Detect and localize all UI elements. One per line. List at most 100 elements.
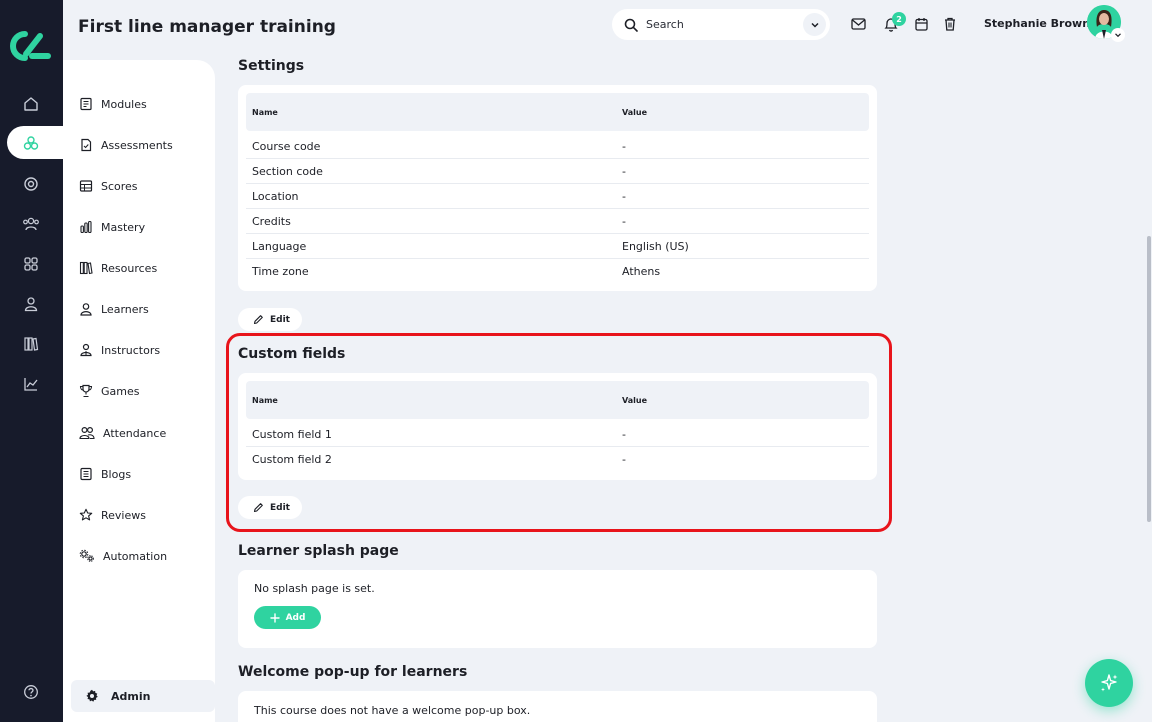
user-icon — [80, 303, 92, 316]
home-icon[interactable] — [20, 93, 42, 115]
library-icon[interactable] — [20, 333, 42, 355]
subnav-item-scores[interactable]: Scores — [79, 174, 138, 198]
subnav-item-automation[interactable]: Automation — [79, 544, 167, 568]
subnav-item-label: Mastery — [101, 220, 146, 234]
subnav-item-label: Scores — [101, 179, 138, 193]
table-row: Section code - — [246, 159, 869, 184]
custom-fields-title: Custom fields — [238, 346, 346, 362]
table-row: Credits - — [246, 209, 869, 234]
document-check-icon — [81, 138, 92, 152]
admin-label: Admin — [111, 689, 151, 703]
search-input[interactable] — [646, 18, 786, 31]
subnav-item-label: Assessments — [101, 138, 173, 152]
table-row: Location - — [246, 184, 869, 209]
row-value: - — [622, 453, 626, 466]
subnav-item-attendance[interactable]: Attendance — [79, 421, 166, 445]
settings-table-header: Name Value — [246, 93, 869, 131]
custom-fields-table-header: Name Value — [246, 381, 869, 419]
row-name: Custom field 2 — [252, 453, 332, 466]
row-value: - — [622, 140, 626, 153]
subnav-item-modules[interactable]: Modules — [79, 92, 147, 116]
subnav-item-label: Automation — [103, 549, 168, 563]
subnav-item-label: Reviews — [101, 508, 146, 522]
row-value: - — [622, 428, 626, 441]
column-header-name: Name — [252, 108, 278, 117]
chevron-down-icon — [810, 22, 819, 28]
subnav-item-label: Games — [101, 384, 140, 398]
subnav-item-learners[interactable]: Learners — [79, 297, 149, 321]
splash-title: Learner splash page — [238, 543, 399, 559]
courses-icon[interactable] — [20, 132, 42, 154]
user-icon[interactable] — [20, 293, 42, 315]
subnav-item-mastery[interactable]: Mastery — [79, 215, 145, 239]
subnav-item-games[interactable]: Games — [79, 379, 139, 403]
row-value: English (US) — [622, 240, 689, 253]
gear-icon — [86, 689, 98, 702]
chevron-down-icon — [1115, 33, 1121, 38]
table-icon — [79, 180, 93, 192]
subnav-item-label: Modules — [101, 97, 147, 111]
row-name: Location — [252, 190, 299, 203]
icon-rail — [0, 0, 63, 722]
account-menu-toggle[interactable] — [1111, 28, 1125, 42]
admin-button[interactable]: Admin — [71, 680, 215, 712]
calendar-icon[interactable] — [912, 15, 930, 33]
page-title: First line manager training — [78, 17, 336, 37]
users-icon — [79, 426, 95, 440]
scrollbar[interactable] — [1147, 236, 1151, 522]
subnav-item-assessments[interactable]: Assessments — [79, 133, 173, 157]
settings-edit-button[interactable]: Edit — [238, 308, 302, 331]
splash-text: No splash page is set. — [254, 582, 375, 595]
row-value: - — [622, 165, 626, 178]
trash-icon[interactable] — [941, 15, 959, 33]
subnav-item-blogs[interactable]: Blogs — [79, 462, 131, 486]
instructor-icon — [80, 343, 92, 357]
ai-assistant-button[interactable] — [1085, 659, 1133, 707]
plus-icon — [269, 612, 280, 623]
blog-icon — [80, 467, 92, 481]
pencil-icon — [253, 315, 263, 325]
analytics-icon[interactable] — [20, 373, 42, 395]
row-name: Language — [252, 240, 307, 253]
table-row: Custom field 1 - — [246, 422, 869, 447]
brand-logo[interactable] — [10, 28, 52, 64]
subnav-item-reviews[interactable]: Reviews — [79, 503, 146, 527]
subnav-item-label: Attendance — [103, 426, 167, 440]
column-header-value: Value — [622, 108, 648, 117]
welcome-text: This course does not have a welcome pop-… — [254, 704, 531, 717]
mail-icon[interactable] — [849, 15, 867, 33]
search-box[interactable] — [612, 9, 830, 40]
subnav-item-label: Instructors — [101, 343, 161, 357]
row-name: Time zone — [252, 265, 309, 278]
row-value: - — [622, 190, 626, 203]
custom-fields-edit-button[interactable]: Edit — [238, 496, 302, 519]
user-name[interactable]: Stephanie Brown — [984, 17, 1090, 30]
subnav-item-label: Learners — [101, 302, 149, 316]
library-icon — [79, 261, 93, 275]
gears-icon — [79, 549, 94, 562]
pencil-icon — [253, 503, 263, 513]
row-value: - — [622, 215, 626, 228]
table-row: Course code - — [246, 134, 869, 159]
help-icon[interactable] — [20, 681, 42, 703]
subnav-item-resources[interactable]: Resources — [79, 256, 157, 280]
subnav-item-label: Resources — [101, 261, 158, 275]
course-subnav: Modules Assessments Scores Mastery Resou… — [63, 60, 215, 722]
search-dropdown-button[interactable] — [803, 13, 826, 36]
search-icon — [624, 18, 638, 32]
welcome-title: Welcome pop-up for learners — [238, 664, 468, 680]
edit-label: Edit — [270, 314, 290, 325]
target-icon[interactable] — [20, 173, 42, 195]
settings-title: Settings — [238, 58, 305, 74]
table-row: Language English (US) — [246, 234, 869, 259]
book-icon — [80, 97, 92, 111]
apps-grid-icon[interactable] — [20, 253, 42, 275]
star-icon — [79, 508, 93, 521]
notification-badge: 2 — [892, 12, 906, 26]
groups-icon[interactable] — [20, 213, 42, 235]
subnav-item-instructors[interactable]: Instructors — [79, 338, 160, 362]
add-label: Add — [285, 612, 306, 623]
settings-card: Name Value Course code - Section code - … — [238, 85, 877, 291]
row-name: Credits — [252, 215, 291, 228]
splash-add-button[interactable]: Add — [254, 606, 321, 629]
